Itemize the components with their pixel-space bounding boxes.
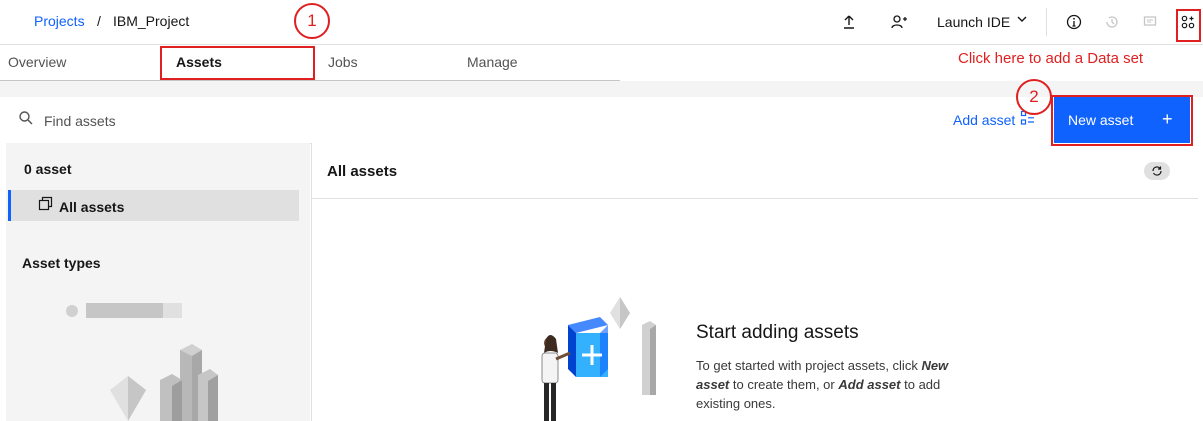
chevron-down-icon[interactable] <box>1016 12 1028 28</box>
annotation-hint: Click here to add a Data set <box>958 50 1144 67</box>
empty-state-description: To get started with project assets, clic… <box>696 356 976 413</box>
empty-state-title: Start adding assets <box>696 322 859 343</box>
empty-desc-add-asset: Add asset <box>838 377 901 392</box>
refresh-icon[interactable] <box>1144 162 1170 180</box>
add-collaborator-icon[interactable] <box>889 12 909 32</box>
annotation-step-2: 2 <box>1016 79 1052 115</box>
sidebar-item-label: All assets <box>59 199 125 215</box>
annotation-step-1: 1 <box>294 3 330 39</box>
search-icon <box>18 110 34 131</box>
asset-types-heading: Asset types <box>22 255 101 271</box>
main-panel-title: All assets <box>327 163 398 180</box>
main-panel-header <box>311 143 1198 199</box>
sidebar-selected-indicator <box>8 190 11 221</box>
empty-desc-text: to create them, or <box>729 377 839 392</box>
placeholder-illustration <box>110 344 218 421</box>
upload-icon[interactable] <box>839 12 859 32</box>
tab-overview[interactable]: Overview <box>8 44 66 80</box>
loading-placeholder-bar <box>86 303 182 318</box>
tab-jobs[interactable]: Jobs <box>328 44 358 80</box>
breadcrumb-projects-link[interactable]: Projects <box>34 13 85 29</box>
search-input[interactable] <box>42 109 346 133</box>
history-icon[interactable] <box>1102 12 1122 32</box>
loading-placeholder-dot <box>66 305 78 317</box>
tab-manage[interactable]: Manage <box>467 44 518 80</box>
add-asset-link[interactable]: Add asset <box>953 112 1015 128</box>
header-divider <box>1046 8 1047 36</box>
launch-ide-menu[interactable]: Launch IDE <box>937 14 1010 30</box>
empty-state-illustration <box>541 297 656 421</box>
breadcrumb-separator: / <box>97 13 101 29</box>
asset-count: 0 asset <box>24 161 72 177</box>
info-icon[interactable] <box>1064 12 1084 32</box>
annotation-box-new-asset <box>1051 95 1193 146</box>
annotation-box-assets-tab <box>160 46 315 80</box>
empty-desc-text: To get started with project assets, clic… <box>696 358 922 373</box>
breadcrumb-project-name: IBM_Project <box>113 13 190 29</box>
all-assets-icon <box>38 196 53 214</box>
comment-icon[interactable] <box>1140 12 1160 32</box>
annotation-box-data-icon <box>1176 9 1201 42</box>
